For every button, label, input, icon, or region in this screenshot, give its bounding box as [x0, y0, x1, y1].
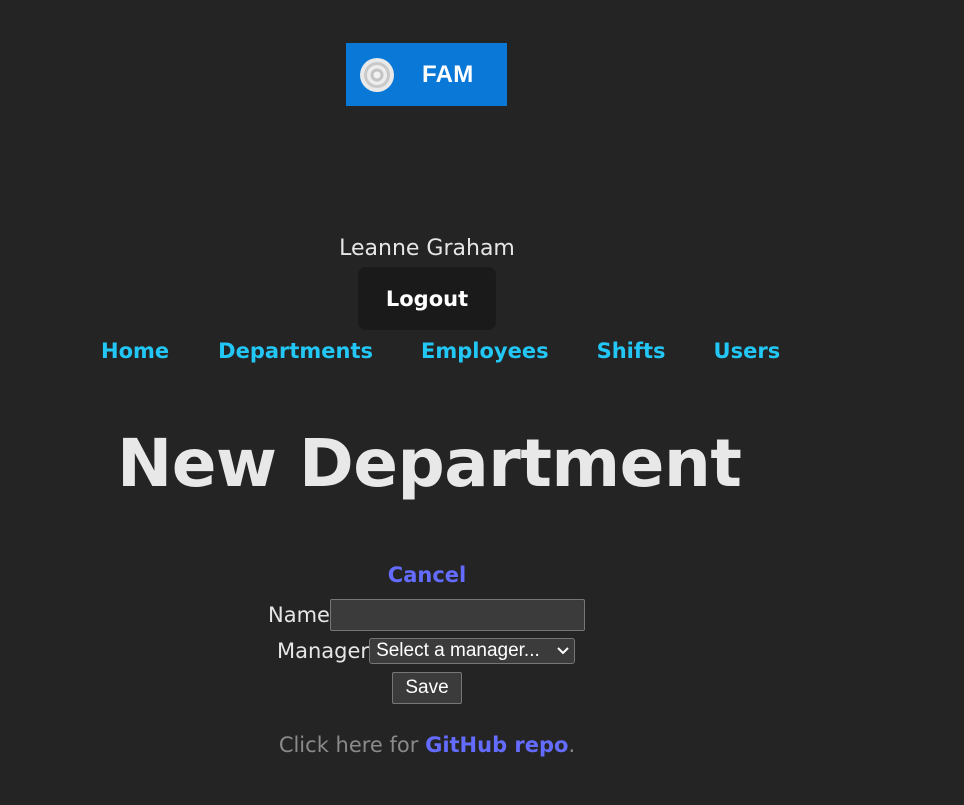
save-button[interactable]: Save: [392, 672, 462, 704]
target-icon: [360, 57, 394, 92]
name-row: Name: [268, 599, 585, 631]
footer-prefix: Click here for: [278, 733, 426, 757]
nav-departments-link[interactable]: Departments: [218, 339, 373, 363]
manager-label: Manager: [277, 639, 370, 663]
page-title: New Department: [117, 425, 742, 502]
name-label: Name: [268, 603, 330, 627]
footer: Click here for GitHub repo.: [0, 733, 854, 757]
cancel-link[interactable]: Cancel: [0, 563, 854, 587]
nav-users-link[interactable]: Users: [714, 339, 781, 363]
nav-shifts-link[interactable]: Shifts: [597, 339, 666, 363]
brand-name: FAM: [422, 60, 474, 88]
main-nav: Home Departments Employees Shifts Users: [101, 339, 780, 363]
logout-button[interactable]: Logout: [358, 267, 496, 330]
app-page: FAM Leanne Graham Logout Home Department…: [0, 0, 964, 805]
manager-row: Manager Select a manager...: [277, 638, 576, 664]
manager-select[interactable]: Select a manager...: [369, 638, 576, 664]
name-input[interactable]: [329, 599, 585, 631]
nav-home-link[interactable]: Home: [101, 339, 169, 363]
nav-employees-link[interactable]: Employees: [421, 339, 549, 363]
user-name: Leanne Graham: [339, 236, 515, 261]
manager-select-value: Select a manager...: [376, 640, 540, 661]
brand-banner[interactable]: FAM: [346, 43, 507, 106]
footer-suffix: .: [568, 733, 576, 757]
github-repo-link[interactable]: GitHub repo: [425, 733, 568, 757]
chevron-down-icon: [557, 647, 569, 655]
